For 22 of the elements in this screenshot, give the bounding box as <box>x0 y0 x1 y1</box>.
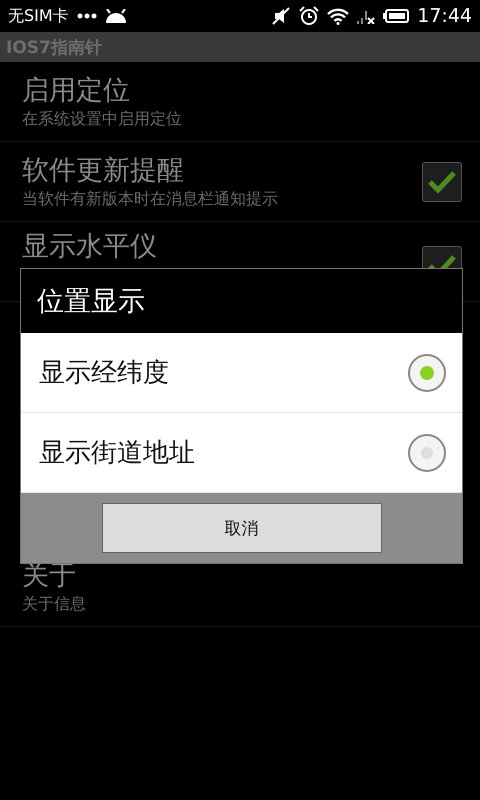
setting-summary: 在系统设置中启用定位 <box>22 108 182 130</box>
alarm-icon <box>299 6 320 26</box>
clock-text: 17:44 <box>417 5 472 27</box>
radio-button[interactable] <box>408 354 446 392</box>
battery-icon <box>383 9 410 23</box>
dialog-title: 位置显示 <box>37 285 145 319</box>
android-icon <box>104 9 127 23</box>
carrier-text: 无SIM卡 <box>8 6 69 26</box>
setting-title[interactable]: 启用定位 <box>22 74 130 108</box>
notification-dots-icon <box>76 13 97 19</box>
checkbox[interactable] <box>422 162 462 202</box>
radio-button[interactable] <box>408 434 446 472</box>
signal-icon <box>357 8 376 24</box>
cancel-button[interactable]: 取消 <box>102 503 382 553</box>
setting-title[interactable]: 显示水平仪 <box>22 230 157 264</box>
mute-icon <box>271 7 292 25</box>
wifi-icon <box>327 8 350 24</box>
setting-title[interactable]: 软件更新提醒 <box>22 154 184 188</box>
option-label[interactable]: 显示街道地址 <box>39 435 195 470</box>
option-label[interactable]: 显示经纬度 <box>39 355 169 390</box>
setting-summary: 当软件有新版本时在消息栏通知提示 <box>22 188 278 210</box>
setting-summary: 关于信息 <box>22 592 86 614</box>
